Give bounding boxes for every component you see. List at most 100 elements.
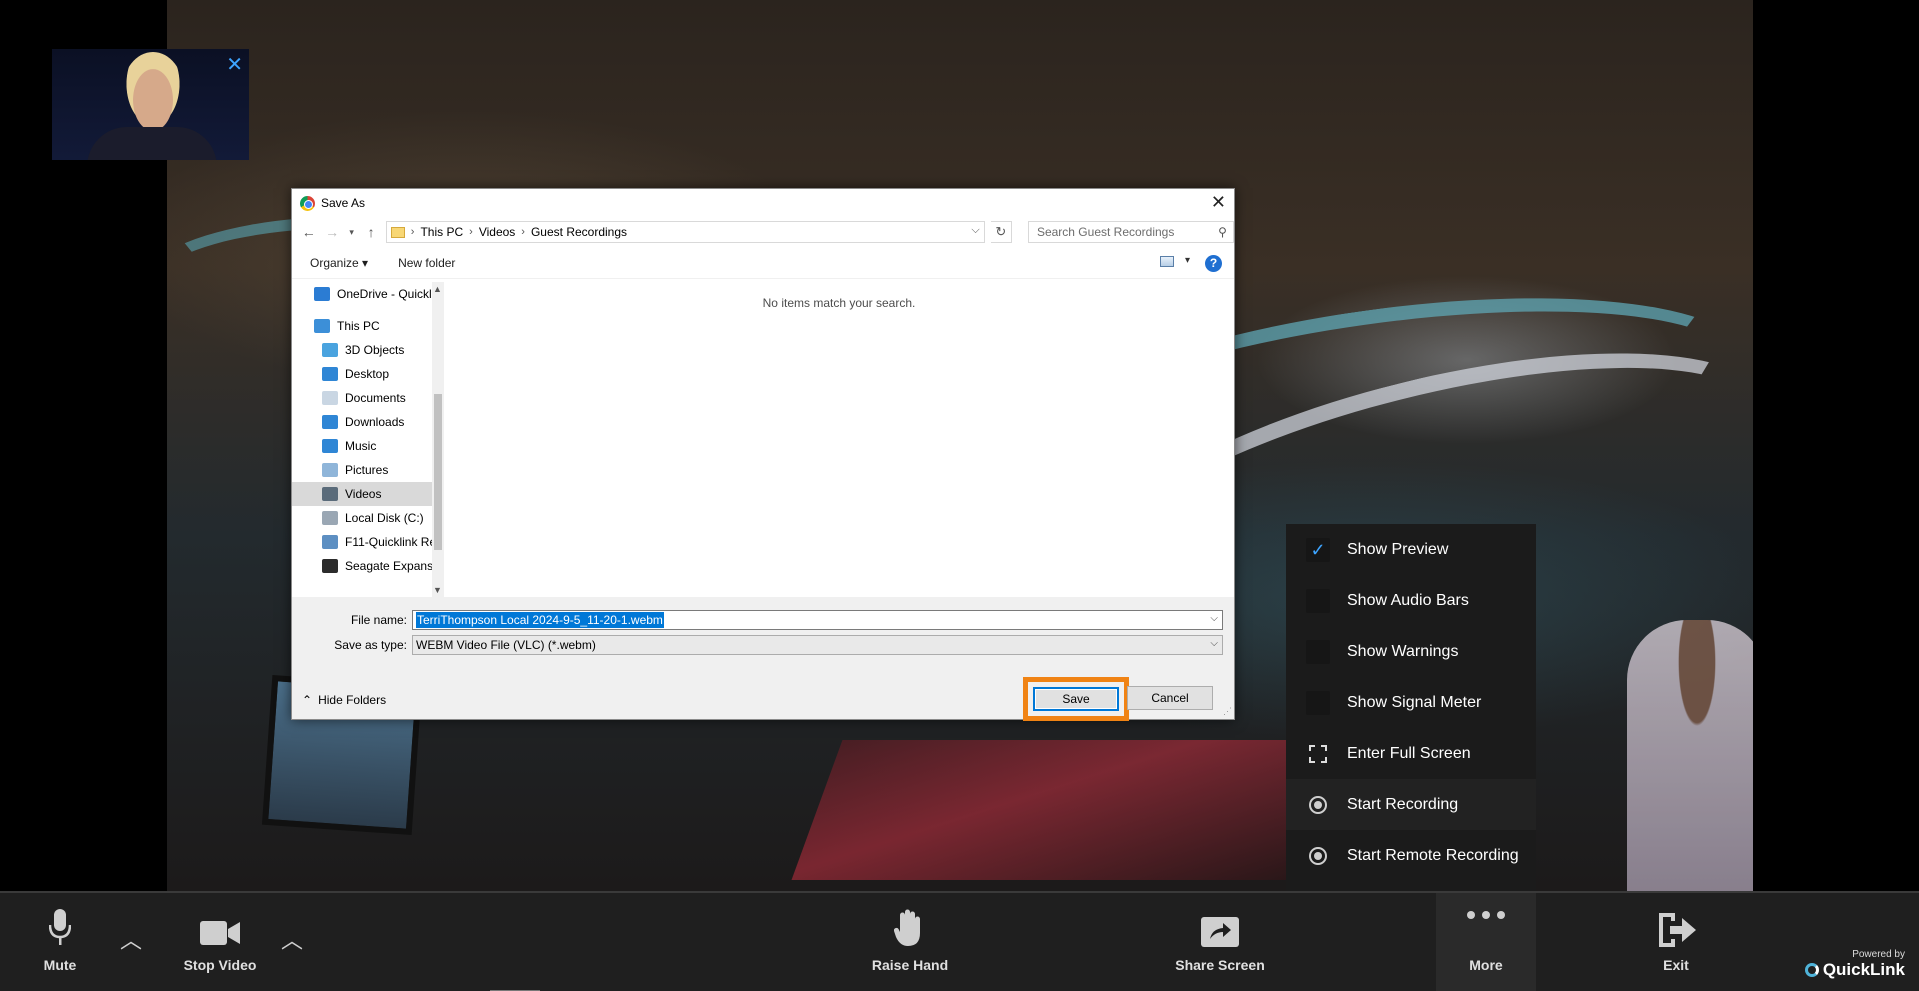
mute-button[interactable]: Mute: [30, 893, 90, 991]
menu-item-start-recording[interactable]: Start Recording: [1286, 779, 1536, 830]
dialog-body: OneDrive - Quickl This PC 3D Objects Deskto…: [292, 282, 1234, 597]
nav-item[interactable]: Desktop: [292, 362, 432, 386]
cancel-button[interactable]: Cancel: [1127, 686, 1213, 710]
nav-item-label: Pictures: [345, 463, 389, 477]
video-options-chevron-up-icon[interactable]: ︿: [281, 923, 303, 955]
exit-button[interactable]: Exit: [1636, 893, 1716, 991]
back-arrow-icon[interactable]: ←: [300, 224, 317, 240]
desktop-icon: [322, 367, 338, 381]
breadcrumb-guest-recordings[interactable]: Guest Recordings: [531, 225, 627, 239]
file-list-pane[interactable]: No items match your search.: [444, 282, 1234, 597]
up-arrow-icon[interactable]: ↑: [362, 224, 379, 240]
navigation-pane: OneDrive - Quickl This PC 3D Objects Deskto…: [292, 282, 432, 597]
music-note-icon: [322, 439, 338, 453]
share-screen-button[interactable]: Share Screen: [1170, 893, 1270, 991]
nav-item[interactable]: F11-Quicklink Re: [292, 530, 432, 554]
fullscreen-icon: [1306, 742, 1330, 766]
file-name-input[interactable]: TerriThompson Local 2024-9-5_11-20-1.web…: [412, 610, 1223, 630]
menu-item-show-warnings[interactable]: Show Warnings: [1286, 626, 1536, 677]
checkbox-checked-icon[interactable]: ✓: [1306, 537, 1330, 562]
menu-item-show-preview[interactable]: ✓ Show Preview: [1286, 524, 1536, 575]
breadcrumb-videos[interactable]: Videos: [479, 225, 515, 239]
menu-item-label: Show Signal Meter: [1347, 693, 1482, 711]
nav-item[interactable]: Videos: [292, 482, 432, 506]
chevron-right-icon: ›: [521, 226, 525, 238]
nav-item-label: OneDrive - Quickl: [337, 287, 432, 301]
chevron-down-icon[interactable]: ⌵: [971, 224, 979, 237]
menu-item-show-signal-meter[interactable]: Show Signal Meter: [1286, 677, 1536, 728]
menu-item-enter-full-screen[interactable]: Enter Full Screen: [1286, 728, 1536, 779]
nav-item[interactable]: This PC: [292, 314, 432, 338]
nav-scrollbar[interactable]: ▲ ▼: [432, 282, 444, 597]
chevron-down-icon[interactable]: ⌵: [1210, 638, 1218, 649]
forward-arrow-icon[interactable]: →: [323, 224, 340, 240]
chevron-down-icon[interactable]: ▾: [1185, 255, 1190, 266]
dialog-titlebar: Save As ✕: [292, 189, 1234, 217]
scroll-thumb[interactable]: [434, 394, 442, 550]
film-icon: [322, 487, 338, 501]
chevron-right-icon: ›: [469, 226, 473, 238]
file-name-row: File name: TerriThompson Local 2024-9-5_…: [292, 610, 1223, 630]
search-input[interactable]: Search Guest Recordings ⚲: [1027, 221, 1234, 243]
resize-grip-icon[interactable]: ⋰: [1223, 706, 1232, 717]
presenter-head: [122, 52, 184, 132]
chevron-down-icon[interactable]: ⌵: [1210, 613, 1218, 624]
checkbox-icon[interactable]: [1306, 639, 1330, 664]
nav-item[interactable]: Seagate Expansic: [292, 554, 432, 578]
file-name-label: File name:: [350, 613, 407, 627]
cube-icon: [322, 343, 338, 357]
external-drive-icon: [322, 559, 338, 573]
more-button[interactable]: More: [1436, 893, 1536, 991]
breadcrumb-this-pc[interactable]: This PC: [420, 225, 463, 239]
save-type-value: WEBM Video File (VLC) (*.webm): [416, 638, 596, 652]
menu-item-start-remote-recording[interactable]: Start Remote Recording: [1286, 830, 1536, 881]
nav-item[interactable]: Local Disk (C:): [292, 506, 432, 530]
new-folder-button[interactable]: New folder: [398, 256, 455, 270]
menu-item-label: Show Audio Bars: [1347, 591, 1469, 609]
mute-label: Mute: [43, 957, 77, 973]
menu-item-show-audio-bars[interactable]: Show Audio Bars: [1286, 575, 1536, 626]
self-preview-video[interactable]: ✕: [52, 49, 249, 160]
dialog-close-button[interactable]: ✕: [1211, 192, 1226, 213]
scroll-up-icon[interactable]: ▲: [433, 284, 442, 294]
audio-options-chevron-up-icon[interactable]: ︿: [120, 923, 142, 955]
close-preview-icon[interactable]: ✕: [226, 55, 243, 75]
nav-item[interactable]: Music: [292, 434, 432, 458]
recent-locations-icon[interactable]: ▾: [347, 227, 357, 238]
more-label: More: [1469, 957, 1503, 973]
save-button-highlight: Save: [1023, 677, 1129, 721]
nav-item[interactable]: OneDrive - Quickl: [292, 282, 432, 306]
nav-item[interactable]: Documents: [292, 386, 432, 410]
cloud-icon: [314, 287, 330, 301]
save-type-select[interactable]: WEBM Video File (VLC) (*.webm) ⌵: [412, 635, 1223, 655]
refresh-icon[interactable]: ↻: [990, 221, 1012, 243]
nav-item[interactable]: Downloads: [292, 410, 432, 434]
scroll-down-icon[interactable]: ▼: [433, 585, 442, 595]
exit-label: Exit: [1663, 957, 1689, 973]
nav-item-label: F11-Quicklink Re: [345, 535, 432, 549]
address-bar[interactable]: › This PC › Videos › Guest Recordings ⌵: [385, 221, 985, 243]
nav-item-label: Desktop: [345, 367, 390, 381]
raise-hand-button[interactable]: Raise Hand: [870, 893, 950, 991]
checkbox-icon[interactable]: [1306, 690, 1330, 715]
download-arrow-icon: [322, 415, 338, 429]
organize-menu[interactable]: Organize ▾: [310, 256, 368, 270]
hide-folders-button[interactable]: ⌃ Hide Folders: [302, 693, 386, 707]
save-button[interactable]: Save: [1033, 687, 1119, 711]
help-icon[interactable]: ?: [1205, 255, 1222, 272]
drive-icon: [322, 511, 338, 525]
share-screen-label: Share Screen: [1175, 957, 1265, 973]
brand-label: QuickLink: [1822, 960, 1905, 979]
stop-video-button[interactable]: Stop Video: [180, 893, 260, 991]
save-type-row: Save as type: WEBM Video File (VLC) (*.w…: [292, 635, 1223, 655]
file-name-value: TerriThompson Local 2024-9-5_11-20-1.web…: [416, 612, 664, 628]
nav-item[interactable]: Pictures: [292, 458, 432, 482]
checkbox-icon[interactable]: [1306, 588, 1330, 613]
exit-door-icon: [1656, 893, 1696, 953]
view-options-icon[interactable]: [1160, 256, 1174, 267]
microphone-icon: [49, 893, 71, 953]
nav-item[interactable]: 3D Objects: [292, 338, 432, 362]
menu-item-label: Show Preview: [1347, 540, 1449, 558]
record-icon: [1306, 844, 1330, 868]
dialog-toolbar: Organize ▾ New folder ▾ ?: [292, 247, 1234, 279]
